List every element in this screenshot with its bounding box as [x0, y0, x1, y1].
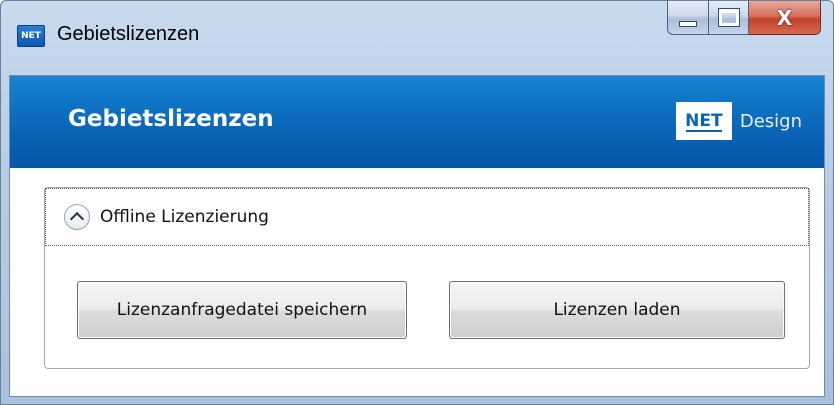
application-window: NET Gebietslizenzen X Gebietslizenzen NE… — [0, 0, 834, 405]
minimize-button[interactable] — [667, 1, 709, 35]
chevron-up-icon — [69, 211, 85, 227]
load-licenses-button[interactable]: Lizenzen laden — [449, 281, 785, 339]
window-title: Gebietslizenzen — [57, 23, 200, 45]
maximize-icon — [717, 8, 740, 27]
logo-text: Design — [739, 110, 802, 132]
page-title: Gebietslizenzen — [68, 106, 274, 132]
minimize-icon — [679, 20, 697, 27]
close-icon: X — [776, 5, 793, 30]
title-bar[interactable]: NET Gebietslizenzen X — [1, 1, 833, 75]
offline-licensing-group: Offline Lizenzierung Lizenzanfragedatei … — [44, 187, 810, 369]
close-button[interactable]: X — [749, 1, 821, 35]
net-design-logo: NET Design — [675, 102, 802, 140]
expander-toggle-button[interactable] — [64, 204, 90, 230]
logo-mark: NET — [675, 102, 732, 140]
save-license-request-button[interactable]: Lizenzanfragedatei speichern — [77, 281, 407, 339]
expander-header[interactable]: Offline Lizenzierung — [45, 188, 809, 246]
expander-label[interactable]: Offline Lizenzierung — [100, 207, 269, 227]
app-icon[interactable]: NET — [17, 25, 45, 47]
header-banner: Gebietslizenzen NET Design — [10, 76, 824, 168]
maximize-button[interactable] — [709, 1, 749, 35]
caption-buttons: X — [667, 1, 821, 35]
client-area: Gebietslizenzen NET Design Offline Lizen… — [9, 75, 825, 397]
